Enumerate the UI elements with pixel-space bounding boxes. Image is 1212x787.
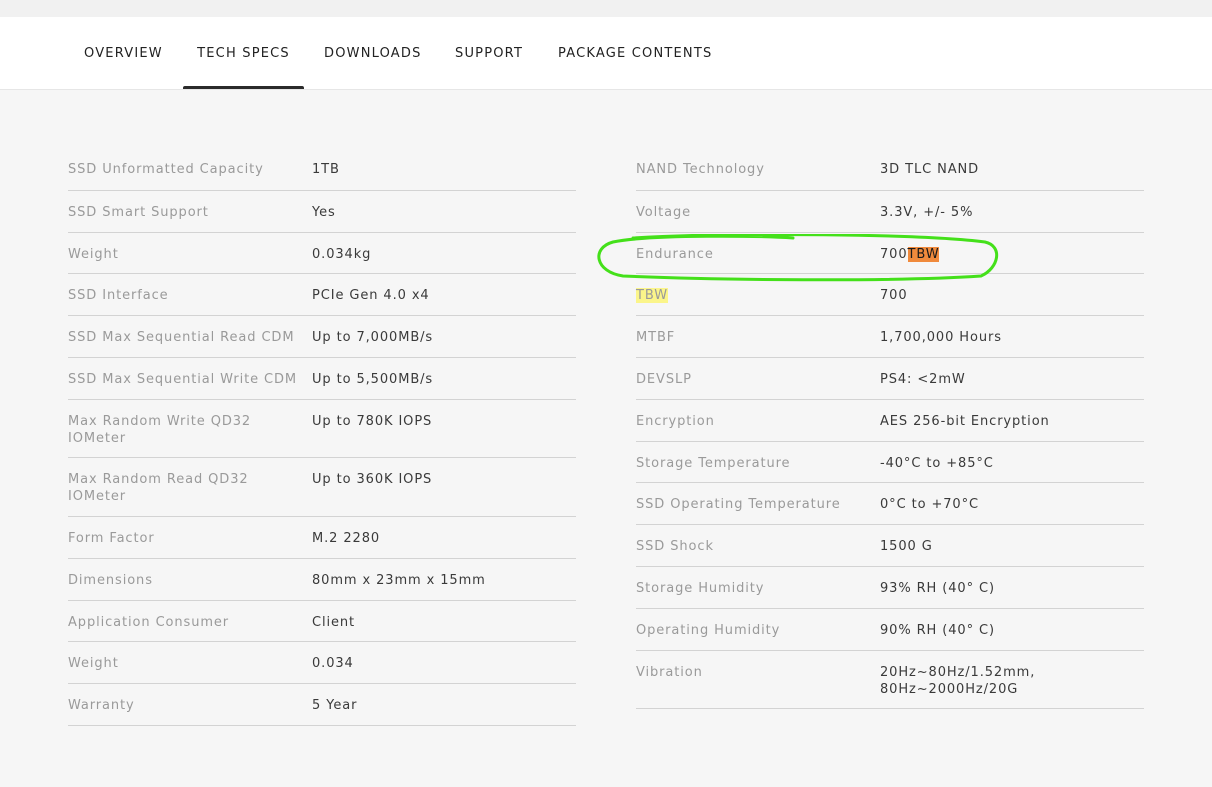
spec-label: Vibration bbox=[636, 665, 703, 680]
spec-row: TBW 700 bbox=[636, 274, 1144, 316]
tab-package-contents[interactable]: PACKAGE CONTENTS bbox=[558, 17, 712, 89]
spec-value: Client bbox=[312, 615, 356, 630]
spec-label: TBW bbox=[636, 287, 868, 304]
spec-label: Form Factor bbox=[68, 531, 155, 546]
spec-row: Weight 0.034kg bbox=[68, 233, 576, 274]
spec-row: SSD Unformatted Capacity 1TB bbox=[68, 148, 576, 191]
spec-label: SSD Max Sequential Read CDM bbox=[68, 330, 295, 345]
spec-value: -40°C to +85°C bbox=[880, 456, 994, 471]
spec-row: Encryption AES 256-bit Encryption bbox=[636, 400, 1144, 442]
spec-value: 0°C to +70°C bbox=[880, 497, 979, 512]
spec-row-endurance: Endurance 700TBW bbox=[636, 233, 1144, 274]
spec-row: MTBF 1,700,000 Hours bbox=[636, 316, 1144, 358]
highlight-orange: TBW bbox=[907, 247, 940, 262]
spec-row: SSD Smart Support Yes bbox=[68, 191, 576, 233]
spec-label: Endurance bbox=[636, 247, 714, 262]
spec-label: Encryption bbox=[636, 414, 715, 429]
spec-value: 90% RH (40° C) bbox=[880, 623, 995, 638]
spec-row: NAND Technology 3D TLC NAND bbox=[636, 148, 1144, 191]
spec-value: Yes bbox=[312, 205, 336, 220]
spec-row: Operating Humidity 90% RH (40° C) bbox=[636, 609, 1144, 651]
spec-label: Storage Temperature bbox=[636, 456, 791, 471]
spec-row: Warranty 5 Year bbox=[68, 684, 576, 726]
spec-row: Max Random Write QD32 IOMeter Up to 780K… bbox=[68, 400, 576, 458]
spec-table-left: SSD Unformatted Capacity 1TB SSD Smart S… bbox=[68, 148, 576, 726]
spec-table-right: NAND Technology 3D TLC NAND Voltage 3.3V… bbox=[636, 148, 1144, 709]
spec-row: Weight 0.034 bbox=[68, 642, 576, 684]
spec-row: Storage Temperature -40°C to +85°C bbox=[636, 442, 1144, 483]
spec-row: SSD Max Sequential Write CDM Up to 5,500… bbox=[68, 358, 576, 400]
spec-value: 93% RH (40° C) bbox=[880, 581, 995, 596]
spec-label: Max Random Read QD32 IOMeter bbox=[68, 472, 249, 504]
spec-label: SSD Operating Temperature bbox=[636, 497, 841, 512]
spec-label: Warranty bbox=[68, 698, 135, 713]
spec-tab-bar: OVERVIEW TECH SPECS DOWNLOADS SUPPORT PA… bbox=[0, 17, 1212, 90]
tab-support[interactable]: SUPPORT bbox=[455, 17, 523, 89]
spec-value: 5 Year bbox=[312, 698, 358, 713]
spec-value: Up to 360K IOPS bbox=[312, 472, 433, 487]
top-strip bbox=[0, 0, 1212, 17]
spec-label: MTBF bbox=[636, 330, 676, 345]
spec-value: AES 256-bit Encryption bbox=[880, 414, 1050, 429]
spec-row: Application Consumer Client bbox=[68, 601, 576, 642]
spec-value: PS4: <2mW bbox=[880, 372, 966, 387]
tab-overview[interactable]: OVERVIEW bbox=[84, 17, 163, 89]
spec-value: 0.034 bbox=[312, 656, 354, 671]
spec-label: SSD Smart Support bbox=[68, 205, 209, 220]
spec-label: SSD Shock bbox=[636, 539, 714, 554]
spec-value: Up to 5,500MB/s bbox=[312, 372, 434, 387]
spec-value: 3D TLC NAND bbox=[880, 162, 980, 177]
spec-value: 80mm x 23mm x 15mm bbox=[312, 573, 486, 588]
spec-value-number: 700 bbox=[880, 247, 908, 262]
spec-label: DEVSLP bbox=[636, 372, 692, 387]
spec-label: NAND Technology bbox=[636, 162, 765, 177]
spec-value: 3.3V, +/- 5% bbox=[880, 205, 974, 220]
spec-row: Voltage 3.3V, +/- 5% bbox=[636, 191, 1144, 233]
spec-value: 700 bbox=[880, 288, 908, 303]
spec-row: SSD Max Sequential Read CDM Up to 7,000M… bbox=[68, 316, 576, 358]
spec-label: Voltage bbox=[636, 205, 692, 220]
highlight-yellow: TBW bbox=[636, 288, 668, 303]
spec-row: SSD Shock 1500 G bbox=[636, 525, 1144, 567]
spec-label: Dimensions bbox=[68, 573, 153, 588]
tab-tech-specs[interactable]: TECH SPECS bbox=[183, 17, 304, 89]
spec-label: SSD Interface bbox=[68, 288, 169, 303]
spec-row: DEVSLP PS4: <2mW bbox=[636, 358, 1144, 400]
spec-label: SSD Max Sequential Write CDM bbox=[68, 372, 298, 387]
spec-label: Weight bbox=[68, 247, 119, 262]
spec-row: Form Factor M.2 2280 bbox=[68, 517, 576, 559]
spec-row: SSD Interface PCIe Gen 4.0 x4 bbox=[68, 274, 576, 316]
spec-row: Dimensions 80mm x 23mm x 15mm bbox=[68, 559, 576, 601]
tab-downloads[interactable]: DOWNLOADS bbox=[324, 17, 422, 89]
spec-label: Application Consumer bbox=[68, 615, 230, 630]
spec-value: Up to 7,000MB/s bbox=[312, 330, 434, 345]
spec-value: 20Hz~80Hz/1.52mm, 80Hz~2000Hz/20G bbox=[880, 665, 1036, 697]
spec-row: Max Random Read QD32 IOMeter Up to 360K … bbox=[68, 458, 576, 517]
spec-value: 1TB bbox=[312, 162, 340, 177]
spec-row: SSD Operating Temperature 0°C to +70°C bbox=[636, 483, 1144, 525]
spec-label: Weight bbox=[68, 656, 119, 671]
spec-label: Operating Humidity bbox=[636, 623, 781, 638]
spec-value: Up to 780K IOPS bbox=[312, 414, 433, 429]
spec-label: Storage Humidity bbox=[636, 581, 765, 596]
spec-value: PCIe Gen 4.0 x4 bbox=[312, 288, 430, 303]
spec-label: SSD Unformatted Capacity bbox=[68, 162, 264, 177]
spec-value: 1500 G bbox=[880, 539, 933, 554]
spec-row: Vibration 20Hz~80Hz/1.52mm, 80Hz~2000Hz/… bbox=[636, 651, 1144, 709]
spec-row: Storage Humidity 93% RH (40° C) bbox=[636, 567, 1144, 609]
spec-value: 1,700,000 Hours bbox=[880, 330, 1002, 345]
spec-value: 700TBW bbox=[880, 246, 1140, 263]
spec-value: 0.034kg bbox=[312, 247, 372, 262]
spec-value: M.2 2280 bbox=[312, 531, 381, 546]
spec-label: Max Random Write QD32 IOMeter bbox=[68, 414, 252, 446]
